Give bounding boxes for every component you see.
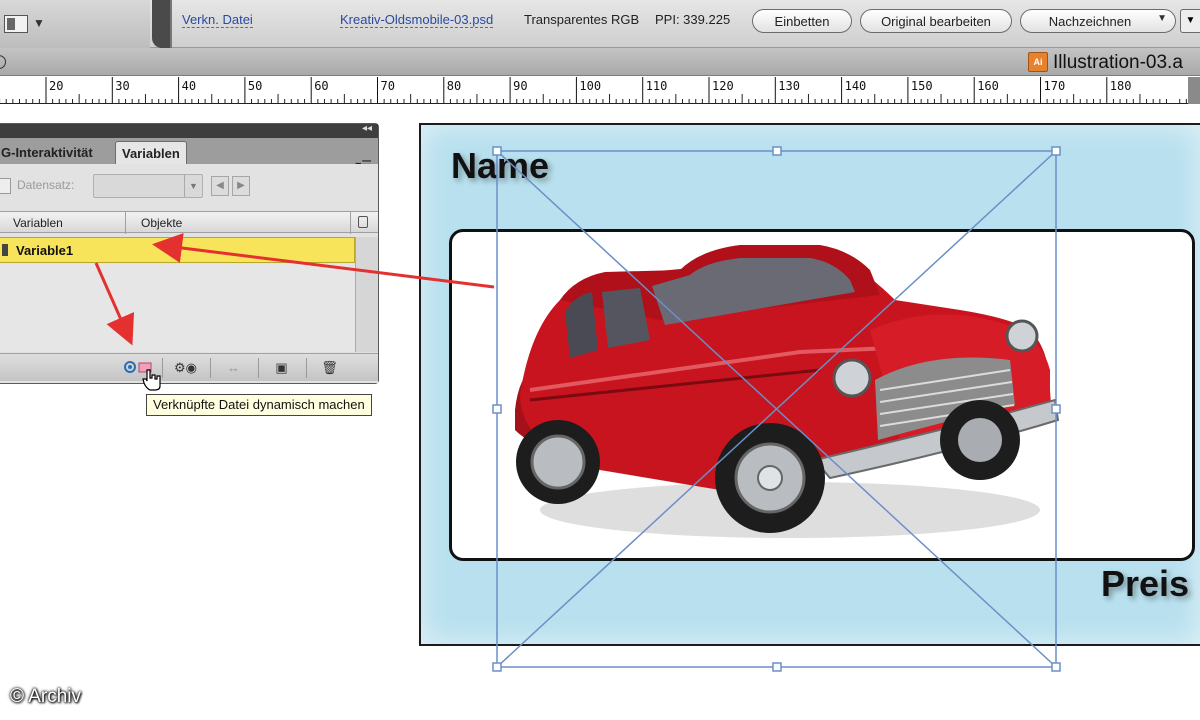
ppi-text: PPI: 339.225: [655, 12, 731, 27]
tooltip: Verknüpfte Datei dynamisch machen: [146, 394, 372, 416]
embed-button-label: Einbetten: [774, 13, 830, 29]
horizontal-ruler[interactable]: 20 30 40 50 60 70 80 90 100 110 120 130 140 150 160 170…: [0, 77, 1188, 104]
document-tab-bar: Ai Illustration-03.a: [0, 48, 1200, 76]
ruler-label: 30: [115, 79, 129, 93]
ruler-label: 170: [1044, 79, 1066, 93]
ruler-ticks: 20 30 40 50 60 70 80 90 100 110 120 130 140 150 160 170…: [0, 77, 1187, 103]
make-visibility-dynamic-icon[interactable]: ⚙◉: [162, 358, 208, 378]
ruler-label: 120: [712, 79, 734, 93]
panel-tab-bar: G-Interaktivität Variablen ▾☰: [0, 138, 378, 172]
dynamic-link-glyph: [124, 361, 152, 373]
artboard[interactable]: Name Preis: [419, 123, 1200, 646]
file-name-link[interactable]: Kreativ-Oldsmobile-03.psd: [340, 12, 494, 28]
ruler-label: 60: [314, 79, 328, 93]
lock-icon[interactable]: [358, 216, 368, 228]
control-bar: ▼ Verkn. Datei Kreativ-Oldsmobile-03.psd…: [0, 0, 1200, 48]
column-divider[interactable]: [125, 212, 126, 234]
ruler-label: 100: [579, 79, 601, 93]
ruler-label: 150: [911, 79, 933, 93]
dataset-label: Datensatz:: [17, 178, 75, 192]
previous-dataset-button[interactable]: ◀: [211, 176, 229, 196]
variable-type-icon: [2, 244, 8, 256]
trash-icon[interactable]: 🗑: [306, 358, 352, 378]
ruler-label: 160: [977, 79, 999, 93]
price-text-field[interactable]: Preis: [1101, 563, 1189, 605]
edit-original-label: Original bearbeiten: [881, 13, 991, 29]
column-divider: [350, 212, 351, 234]
control-bar-grip[interactable]: [152, 0, 170, 48]
unbind-variable-icon[interactable]: ↔: [210, 358, 256, 378]
workspace-icon[interactable]: [4, 15, 28, 33]
chevron-down-icon[interactable]: ▼: [184, 175, 202, 197]
ruler-label: 180: [1110, 79, 1132, 93]
column-header-variables[interactable]: Variablen: [13, 216, 63, 230]
variables-list[interactable]: [0, 264, 355, 352]
trace-options-button[interactable]: ▼: [1180, 9, 1200, 33]
variable-name: Variable1: [16, 243, 74, 258]
scrollbar[interactable]: [355, 237, 378, 352]
workspace-switcher[interactable]: ▼: [0, 0, 150, 48]
ruler-label: 140: [845, 79, 867, 93]
ruler-label: 80: [447, 79, 461, 93]
ruler-label: 20: [49, 79, 63, 93]
variables-panel: ◂◂ G-Interaktivität Variablen ▾☰ Datensa…: [0, 123, 379, 384]
color-mode-text: Transparentes RGB: [524, 12, 640, 27]
panel-footer: ⚙◉ ↔ ▣ 🗑: [0, 353, 378, 381]
edit-original-button[interactable]: Original bearbeiten: [860, 9, 1012, 33]
trace-button-label: Nachzeichnen: [1048, 13, 1132, 29]
chevron-down-icon[interactable]: ▼: [1157, 13, 1167, 24]
table-row[interactable]: Variable1: [0, 237, 355, 263]
make-linked-file-dynamic-icon[interactable]: [119, 358, 159, 378]
ruler-label: 90: [513, 79, 527, 93]
panel-body: Datensatz: ▼ ◀ ▶ Variablen Objekte Varia…: [0, 164, 378, 383]
divider: [170, 0, 172, 48]
ruler-label: 70: [381, 79, 395, 93]
document-tab-title[interactable]: Illustration-03.a: [1053, 52, 1183, 74]
variables-table-header: Variablen Objekte: [0, 211, 378, 234]
ruler-edge: [1188, 77, 1200, 104]
chevron-down-icon[interactable]: ▼: [33, 16, 45, 30]
name-text-field[interactable]: Name: [451, 145, 549, 187]
next-dataset-button[interactable]: ▶: [232, 176, 250, 196]
dataset-select[interactable]: ▼: [93, 174, 203, 198]
capture-dataset-icon[interactable]: [0, 178, 11, 194]
image-frame[interactable]: [449, 229, 1195, 561]
ruler-label: 130: [778, 79, 800, 93]
ruler-label: 50: [248, 79, 262, 93]
trace-button[interactable]: Nachzeichnen ▼: [1020, 9, 1176, 33]
circle-icon: [0, 55, 6, 69]
ruler-label: 110: [646, 79, 668, 93]
linked-file-link[interactable]: Verkn. Datei: [182, 12, 253, 28]
embed-button[interactable]: Einbetten: [752, 9, 852, 33]
illustrator-file-icon: Ai: [1028, 52, 1048, 72]
column-header-objects[interactable]: Objekte: [141, 216, 182, 230]
tab-svg-interactivity[interactable]: G-Interaktivität: [0, 141, 99, 164]
collapse-icon[interactable]: ◂◂: [362, 123, 372, 134]
tab-variables[interactable]: Variablen: [115, 141, 187, 164]
panel-title-bar[interactable]: ◂◂: [0, 123, 378, 138]
new-variable-icon[interactable]: ▣: [258, 358, 304, 378]
copyright-watermark: © Archiv: [10, 686, 82, 707]
ruler-label: 40: [182, 79, 196, 93]
